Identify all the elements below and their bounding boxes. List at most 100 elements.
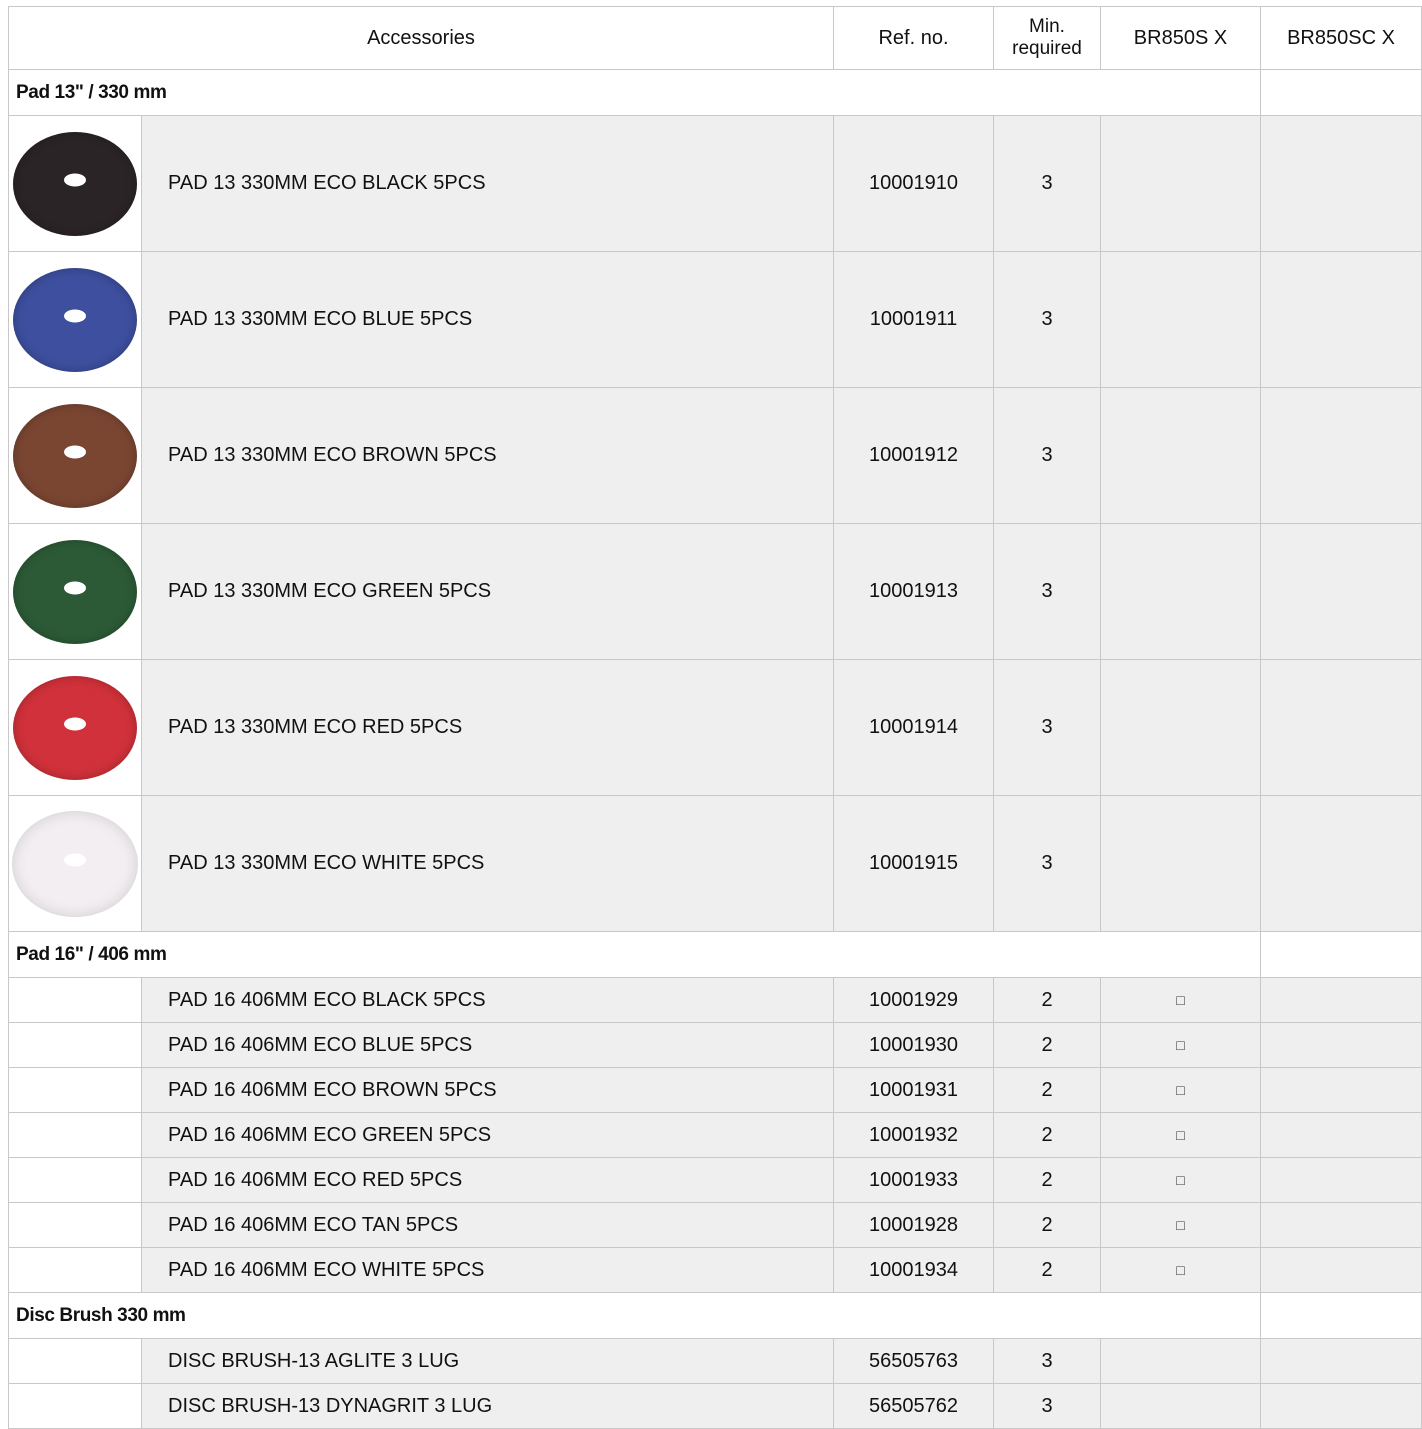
min-required-value: 3 bbox=[993, 523, 1101, 660]
product-name: PAD 13 330MM ECO BLACK 5PCS bbox=[141, 115, 834, 252]
header-accessories: Accessories bbox=[8, 6, 834, 70]
product-image-cell bbox=[8, 795, 142, 932]
product-name: PAD 16 406MM ECO BROWN 5PCS bbox=[141, 1067, 834, 1113]
pad-image bbox=[13, 403, 137, 508]
table-row: PAD 13 330MM ECO BLUE 5PCS 10001911 3 bbox=[8, 251, 1422, 388]
header-min-required: Min. required bbox=[993, 6, 1101, 70]
product-name: PAD 16 406MM ECO RED 5PCS bbox=[141, 1157, 834, 1203]
compat-br850s-x: □ bbox=[1100, 1022, 1261, 1068]
product-name: DISC BRUSH-13 DYNAGRIT 3 LUG bbox=[141, 1383, 834, 1429]
header-ref-no: Ref. no. bbox=[833, 6, 994, 70]
min-required-value: 3 bbox=[993, 251, 1101, 388]
table-row: PAD 13 330MM ECO RED 5PCS 10001914 3 bbox=[8, 659, 1422, 796]
pad-image bbox=[12, 810, 138, 917]
ref-number: 10001934 bbox=[833, 1247, 994, 1293]
compat-br850s-x bbox=[1100, 1338, 1261, 1384]
compat-br850sc-x bbox=[1260, 1338, 1422, 1384]
table-row: DISC BRUSH-13 AGLITE 3 LUG 56505763 3 bbox=[8, 1338, 1422, 1384]
section-header-row: Pad 13" / 330 mm bbox=[8, 69, 1422, 116]
section-header-row: Pad 16" / 406 mm bbox=[8, 931, 1422, 978]
min-required-value: 3 bbox=[993, 1383, 1101, 1429]
min-required-value: 2 bbox=[993, 1022, 1101, 1068]
ref-number: 10001911 bbox=[833, 251, 994, 388]
compat-br850sc-x bbox=[1260, 1022, 1422, 1068]
product-image-cell bbox=[8, 523, 142, 660]
table-row: PAD 13 330MM ECO BROWN 5PCS 10001912 3 bbox=[8, 387, 1422, 524]
compat-br850s-x: □ bbox=[1100, 977, 1261, 1023]
table-row: PAD 16 406MM ECO BLUE 5PCS 10001930 2 □ bbox=[8, 1022, 1422, 1068]
min-required-value: 2 bbox=[993, 1067, 1101, 1113]
section-title: Disc Brush 330 mm bbox=[8, 1292, 1261, 1339]
product-image-cell bbox=[8, 1338, 142, 1384]
compat-br850sc-x bbox=[1260, 115, 1422, 252]
header-row: Accessories Ref. no. Min. required BR850S… bbox=[8, 6, 1422, 70]
compat-br850s-x bbox=[1100, 115, 1261, 252]
min-required-value: 3 bbox=[993, 659, 1101, 796]
compat-br850s-x bbox=[1100, 659, 1261, 796]
accessories-table: Accessories Ref. no. Min. required BR850S… bbox=[8, 6, 1422, 1429]
table-row: PAD 13 330MM ECO GREEN 5PCS 10001913 3 bbox=[8, 523, 1422, 660]
product-name: PAD 16 406MM ECO BLACK 5PCS bbox=[141, 977, 834, 1023]
min-required-value: 2 bbox=[993, 1112, 1101, 1158]
product-name: PAD 13 330MM ECO BROWN 5PCS bbox=[141, 387, 834, 524]
table-row: PAD 16 406MM ECO BLACK 5PCS 10001929 2 □ bbox=[8, 977, 1422, 1023]
table-row: PAD 16 406MM ECO BROWN 5PCS 10001931 2 □ bbox=[8, 1067, 1422, 1113]
pad-image bbox=[13, 675, 137, 780]
min-required-value: 2 bbox=[993, 1202, 1101, 1248]
min-required-value: 3 bbox=[993, 387, 1101, 524]
compat-br850s-x: □ bbox=[1100, 1157, 1261, 1203]
compat-br850sc-x bbox=[1260, 387, 1422, 524]
product-name: PAD 13 330MM ECO WHITE 5PCS bbox=[141, 795, 834, 932]
section-header-row: Disc Brush 330 mm bbox=[8, 1292, 1422, 1339]
product-image-cell bbox=[8, 1247, 142, 1293]
compat-br850sc-x bbox=[1260, 1112, 1422, 1158]
compat-br850sc-x bbox=[1260, 977, 1422, 1023]
table-row: DISC BRUSH-13 DYNAGRIT 3 LUG 56505762 3 bbox=[8, 1383, 1422, 1429]
ref-number: 10001931 bbox=[833, 1067, 994, 1113]
ref-number: 10001932 bbox=[833, 1112, 994, 1158]
compat-br850sc-x bbox=[1260, 523, 1422, 660]
min-required-value: 2 bbox=[993, 1247, 1101, 1293]
ref-number: 10001933 bbox=[833, 1157, 994, 1203]
product-image-cell bbox=[8, 1022, 142, 1068]
section-title: Pad 16" / 406 mm bbox=[8, 931, 1261, 978]
pad-image bbox=[13, 539, 137, 644]
product-image-cell bbox=[8, 1202, 142, 1248]
table-row: PAD 16 406MM ECO WHITE 5PCS 10001934 2 □ bbox=[8, 1247, 1422, 1293]
ref-number: 10001928 bbox=[833, 1202, 994, 1248]
ref-number: 10001910 bbox=[833, 115, 994, 252]
product-image-cell bbox=[8, 387, 142, 524]
product-image-cell bbox=[8, 1067, 142, 1113]
product-name: PAD 16 406MM ECO GREEN 5PCS bbox=[141, 1112, 834, 1158]
compat-br850s-x: □ bbox=[1100, 1202, 1261, 1248]
product-name: PAD 13 330MM ECO BLUE 5PCS bbox=[141, 251, 834, 388]
product-name: PAD 13 330MM ECO GREEN 5PCS bbox=[141, 523, 834, 660]
product-image-cell bbox=[8, 1112, 142, 1158]
pad-image bbox=[13, 131, 137, 236]
compat-br850s-x bbox=[1100, 523, 1261, 660]
header-model-br850sc-x: BR850SC X bbox=[1260, 6, 1422, 70]
product-name: DISC BRUSH-13 AGLITE 3 LUG bbox=[141, 1338, 834, 1384]
min-required-value: 3 bbox=[993, 1338, 1101, 1384]
compat-br850s-x: □ bbox=[1100, 1247, 1261, 1293]
compat-br850sc-x bbox=[1260, 1247, 1422, 1293]
product-image-cell bbox=[8, 977, 142, 1023]
section-empty-cell bbox=[1260, 931, 1422, 978]
pad-image bbox=[13, 267, 137, 372]
compat-br850sc-x bbox=[1260, 1202, 1422, 1248]
header-min-required-label: Min. required bbox=[1012, 16, 1082, 59]
product-image-cell bbox=[8, 1157, 142, 1203]
table-row: PAD 16 406MM ECO RED 5PCS 10001933 2 □ bbox=[8, 1157, 1422, 1203]
product-name: PAD 16 406MM ECO BLUE 5PCS bbox=[141, 1022, 834, 1068]
compat-br850sc-x bbox=[1260, 795, 1422, 932]
product-name: PAD 13 330MM ECO RED 5PCS bbox=[141, 659, 834, 796]
product-image-cell bbox=[8, 115, 142, 252]
min-required-value: 3 bbox=[993, 795, 1101, 932]
min-required-value: 2 bbox=[993, 1157, 1101, 1203]
section-title: Pad 13" / 330 mm bbox=[8, 69, 1261, 116]
product-name: PAD 16 406MM ECO TAN 5PCS bbox=[141, 1202, 834, 1248]
ref-number: 10001914 bbox=[833, 659, 994, 796]
compat-br850s-x bbox=[1100, 1383, 1261, 1429]
ref-number: 10001930 bbox=[833, 1022, 994, 1068]
ref-number: 10001915 bbox=[833, 795, 994, 932]
